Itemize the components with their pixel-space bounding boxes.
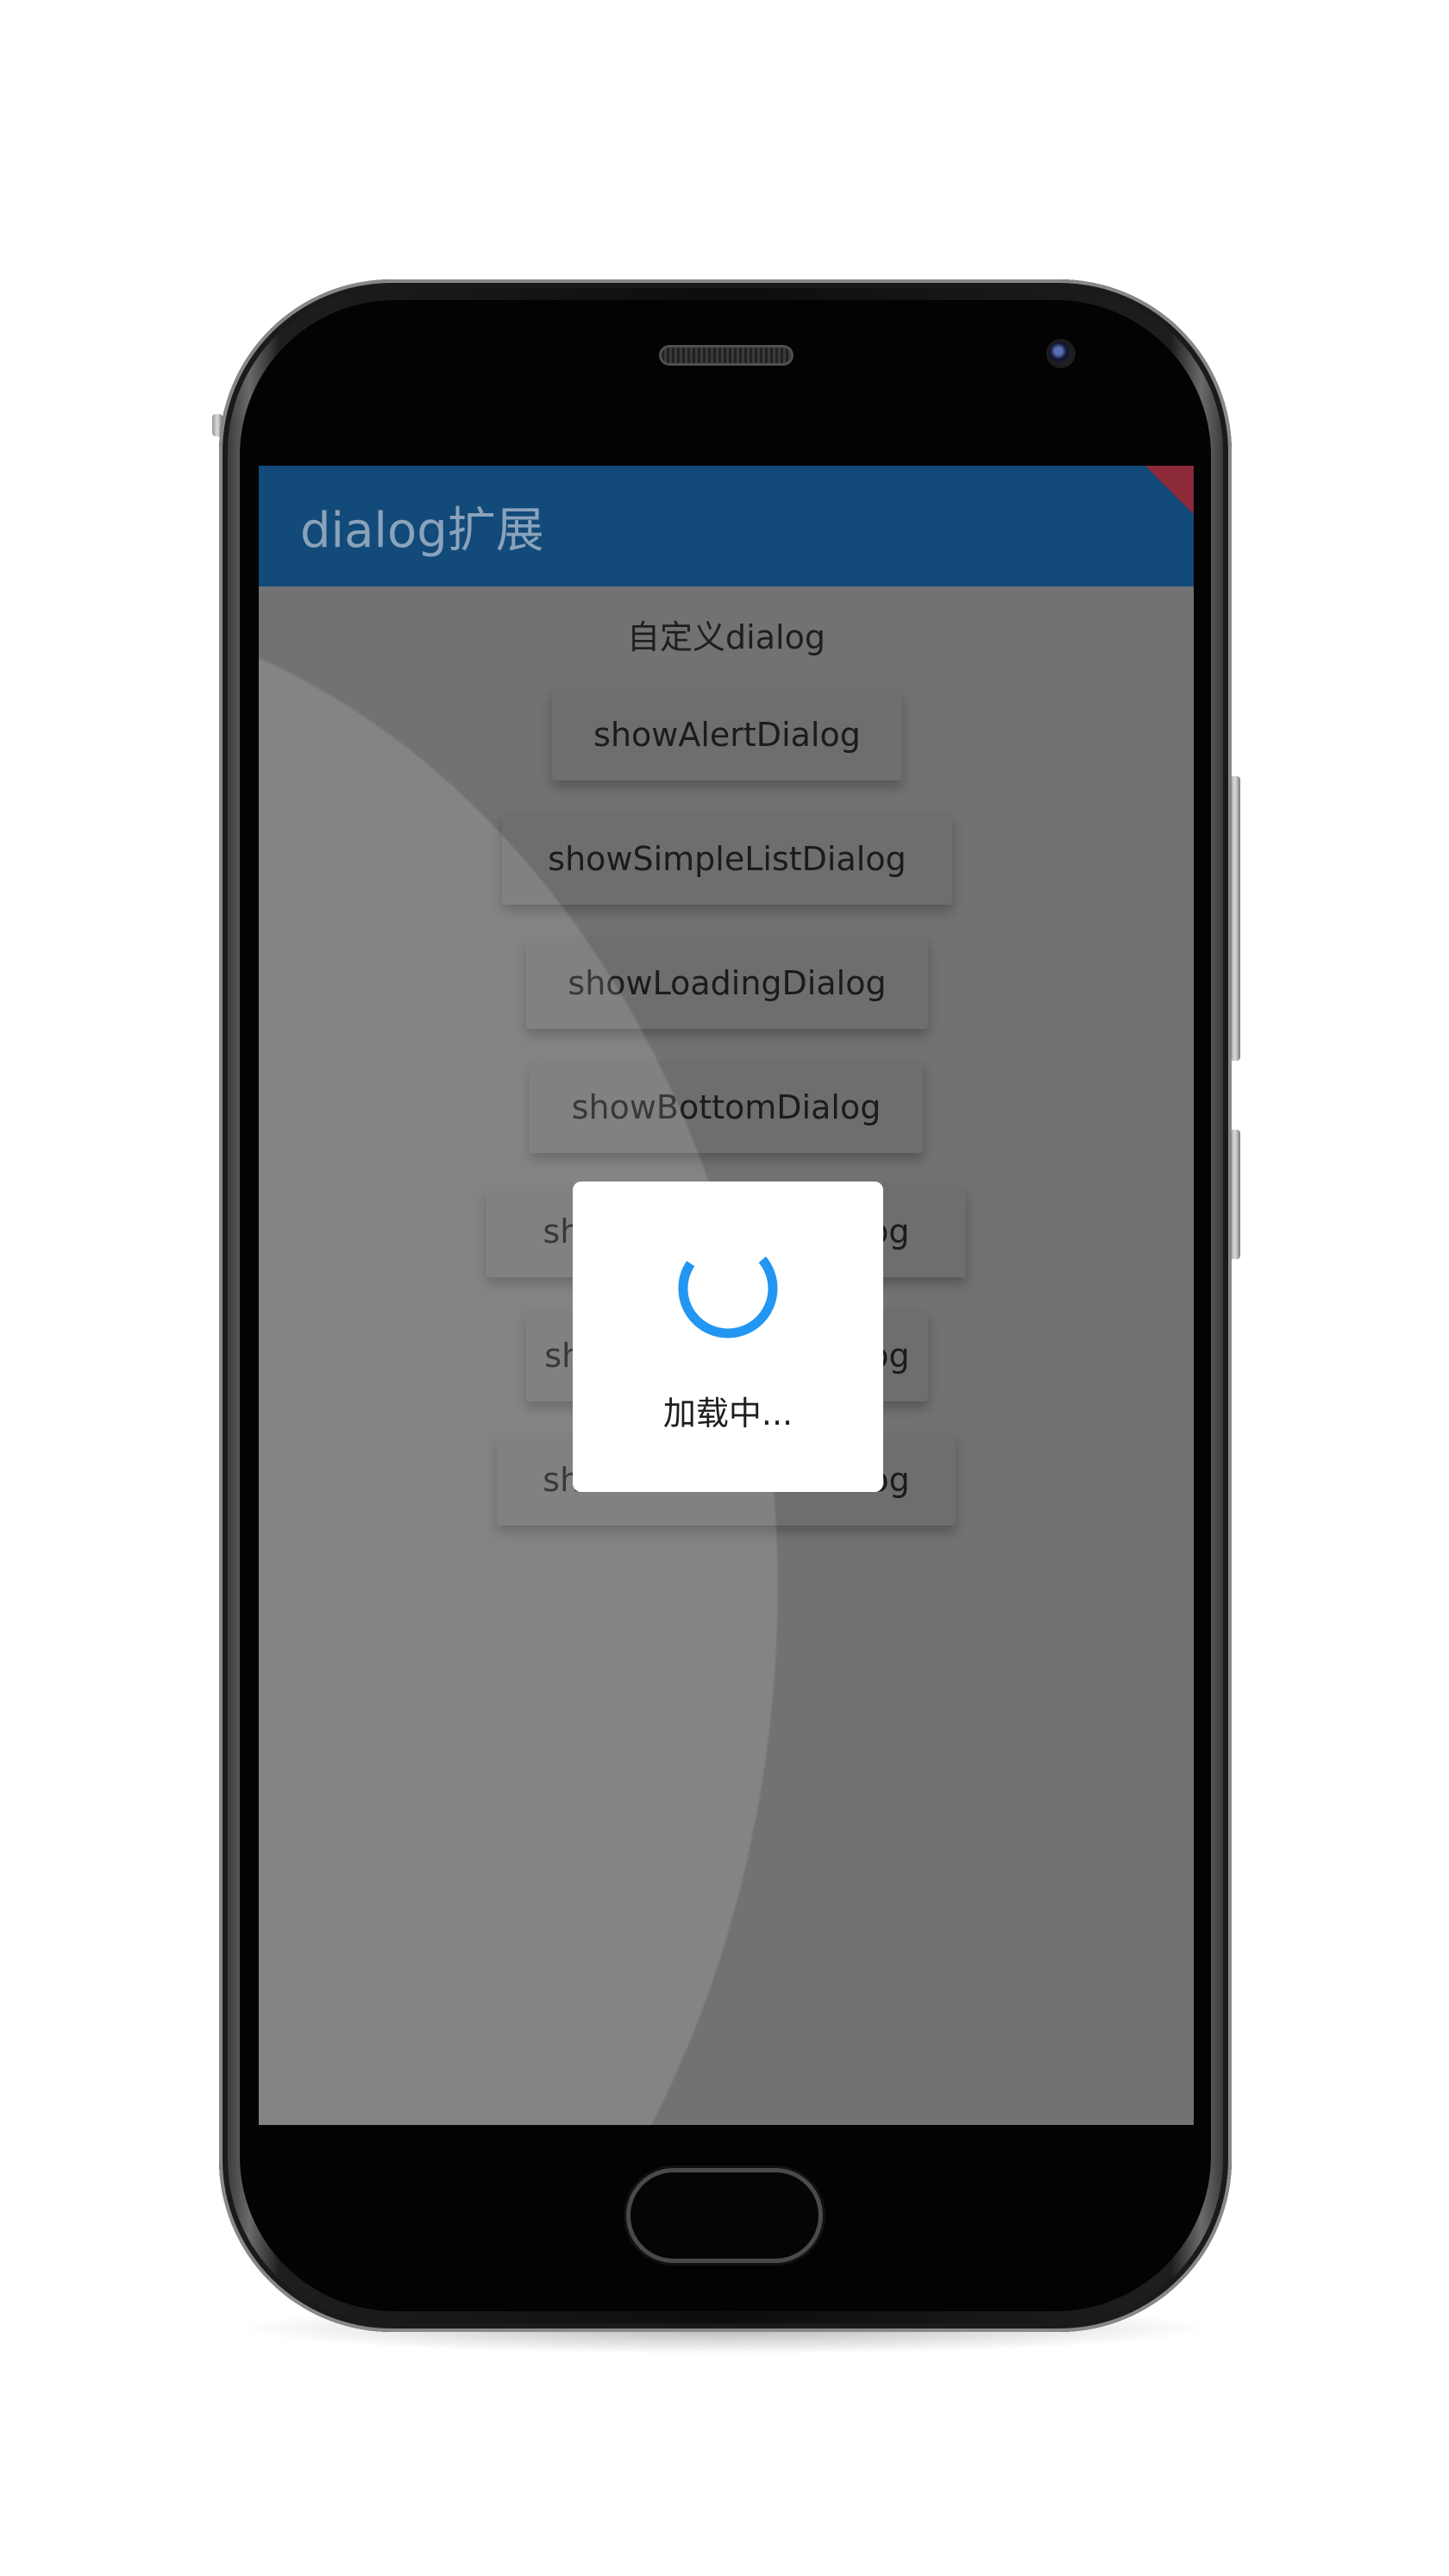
front-camera xyxy=(1049,342,1073,366)
show-alert-dialog-button[interactable]: showAlertDialog xyxy=(552,689,902,780)
app-bar-title: dialog扩展 xyxy=(300,503,544,559)
show-simple-list-dialog-button[interactable]: showSimpleListDialog xyxy=(502,813,952,905)
loading-dialog: 加载中... xyxy=(573,1181,883,1492)
loading-spinner-icon xyxy=(678,1238,778,1338)
section-title: 自定义dialog xyxy=(627,618,825,656)
home-button[interactable] xyxy=(626,2168,823,2263)
show-loading-dialog-button[interactable]: showLoadingDialog xyxy=(526,937,928,1029)
app-bar: dialog扩展 xyxy=(259,466,1194,586)
earpiece-speaker xyxy=(659,345,794,366)
debug-banner xyxy=(1101,466,1194,531)
show-bottom-dialog-button[interactable]: showBottomDialog xyxy=(530,1062,923,1153)
loading-message: 加载中... xyxy=(662,1395,794,1432)
